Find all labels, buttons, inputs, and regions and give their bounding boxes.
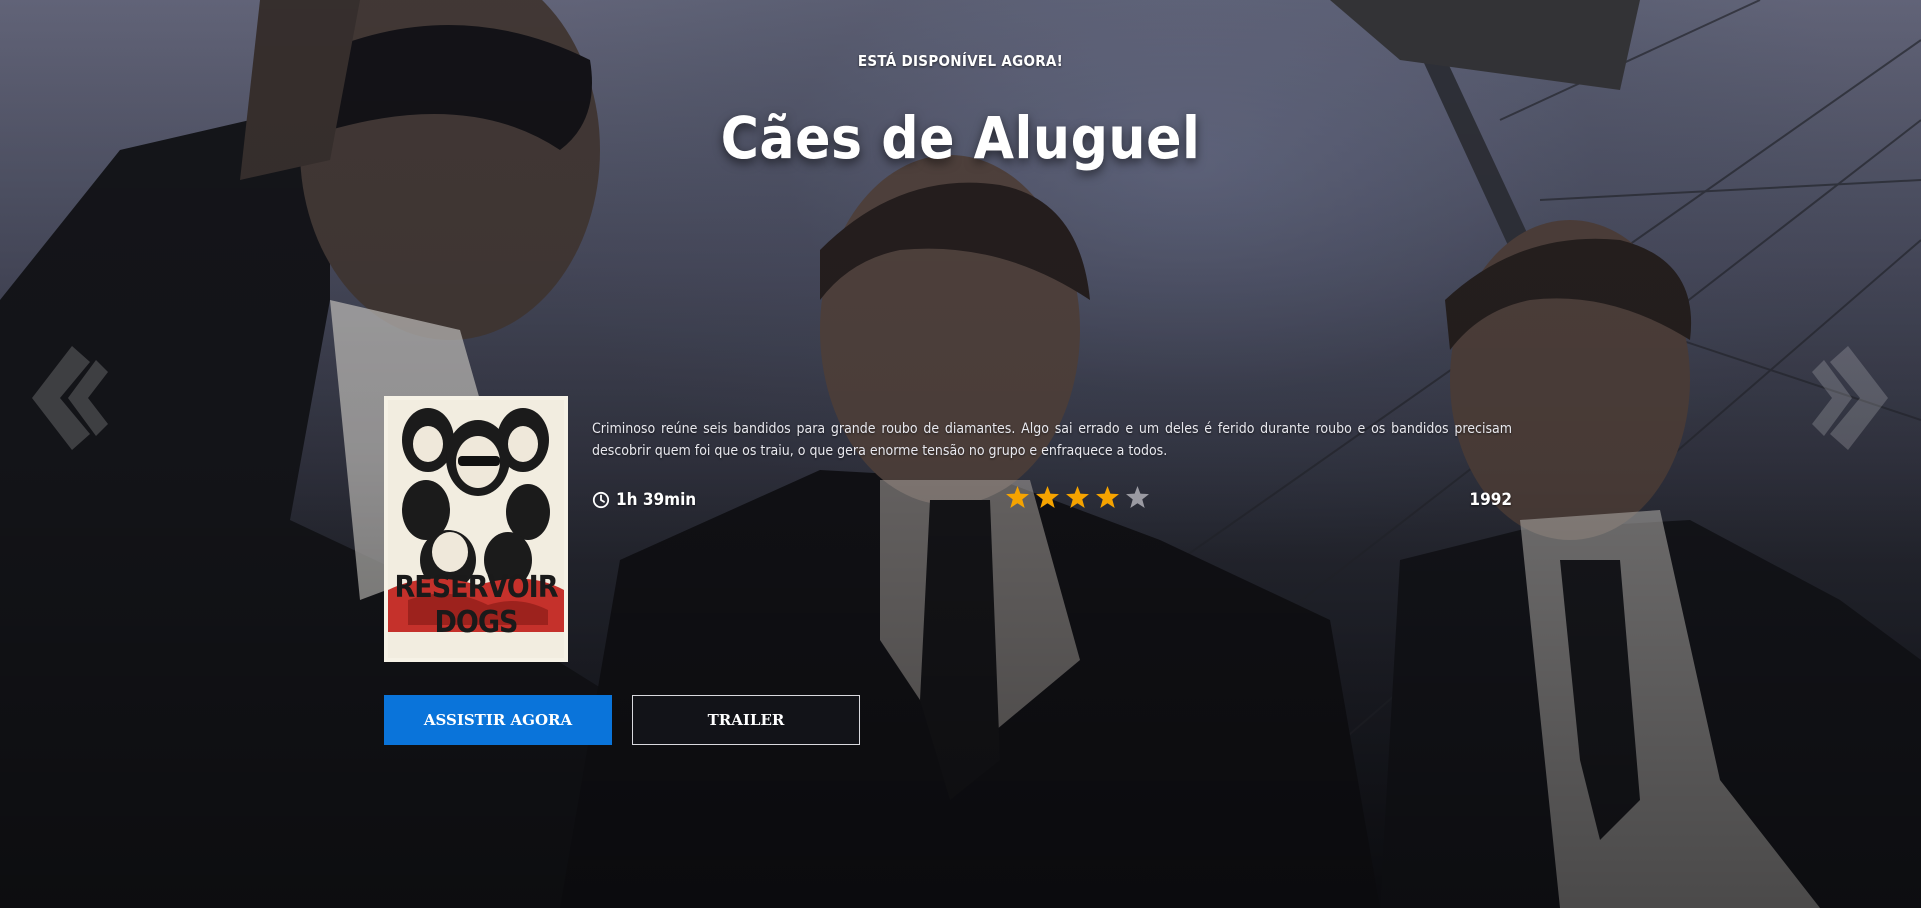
double-chevron-left-icon [32, 346, 108, 450]
movie-rating [1006, 486, 1149, 508]
duration-text: 1h 39min [616, 490, 697, 510]
clock-icon [592, 491, 610, 509]
movie-synopsis: Criminoso reúne seis bandidos para grand… [592, 421, 1512, 459]
poster-title: RESERVOIR DOGS [394, 570, 558, 640]
previous-slide-button[interactable] [32, 346, 108, 450]
star-empty-icon [1126, 486, 1149, 508]
watch-now-button[interactable]: ASSISTIR AGORA [384, 695, 612, 745]
next-slide-button[interactable] [1812, 346, 1888, 450]
movie-poster: RESERVOIR DOGS [384, 396, 568, 662]
star-filled-icon [1066, 486, 1089, 508]
availability-label: ESTÁ DISPONÍVEL AGORA! [857, 52, 1064, 70]
star-filled-icon [1096, 486, 1119, 508]
double-chevron-right-icon [1812, 346, 1888, 450]
release-year: 1992 [1469, 490, 1512, 510]
movie-duration: 1h 39min [592, 488, 696, 512]
trailer-button[interactable]: TRAILER [632, 695, 860, 745]
hero-banner: ESTÁ DISPONÍVEL AGORA! Cães de Aluguel R… [0, 0, 1921, 908]
star-filled-icon [1036, 486, 1059, 508]
movie-title: Cães de Aluguel [720, 104, 1201, 172]
star-filled-icon [1006, 486, 1029, 508]
